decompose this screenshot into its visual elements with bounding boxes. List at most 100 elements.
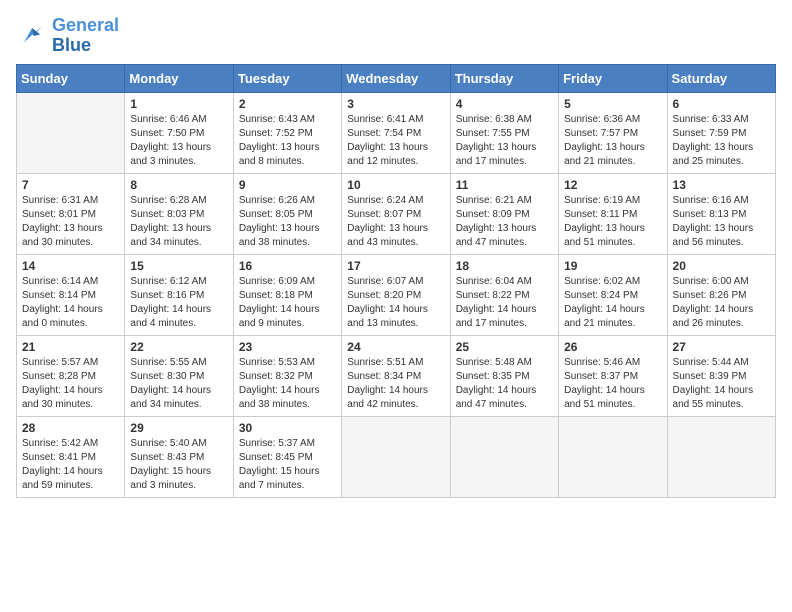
day-number: 15 — [130, 259, 227, 273]
calendar-week-1: 1Sunrise: 6:46 AMSunset: 7:50 PMDaylight… — [17, 92, 776, 173]
day-number: 24 — [347, 340, 444, 354]
calendar-cell — [559, 416, 667, 497]
day-number: 2 — [239, 97, 336, 111]
cell-line: and 30 minutes. — [22, 236, 119, 250]
cell-line: Sunrise: 6:38 AM — [456, 113, 553, 127]
cell-line: Daylight: 13 hours — [347, 222, 444, 236]
cell-line: Daylight: 13 hours — [347, 141, 444, 155]
calendar-cell: 22Sunrise: 5:55 AMSunset: 8:30 PMDayligh… — [125, 335, 233, 416]
cell-line: Sunset: 8:45 PM — [239, 451, 336, 465]
calendar-week-4: 21Sunrise: 5:57 AMSunset: 8:28 PMDayligh… — [17, 335, 776, 416]
calendar-cell: 10Sunrise: 6:24 AMSunset: 8:07 PMDayligh… — [342, 173, 450, 254]
cell-line: Sunset: 8:09 PM — [456, 208, 553, 222]
cell-line: Daylight: 14 hours — [130, 303, 227, 317]
cell-line: Daylight: 14 hours — [239, 384, 336, 398]
day-number: 27 — [673, 340, 770, 354]
cell-line: Daylight: 14 hours — [564, 303, 661, 317]
cell-line: Daylight: 14 hours — [22, 384, 119, 398]
calendar-cell: 3Sunrise: 6:41 AMSunset: 7:54 PMDaylight… — [342, 92, 450, 173]
cell-line: Sunset: 8:18 PM — [239, 289, 336, 303]
calendar-week-3: 14Sunrise: 6:14 AMSunset: 8:14 PMDayligh… — [17, 254, 776, 335]
cell-line: Daylight: 15 hours — [130, 465, 227, 479]
cell-line: Sunrise: 5:37 AM — [239, 437, 336, 451]
calendar-cell: 26Sunrise: 5:46 AMSunset: 8:37 PMDayligh… — [559, 335, 667, 416]
cell-line: Sunset: 8:05 PM — [239, 208, 336, 222]
calendar-cell: 23Sunrise: 5:53 AMSunset: 8:32 PMDayligh… — [233, 335, 341, 416]
day-number: 28 — [22, 421, 119, 435]
cell-line: Sunrise: 6:33 AM — [673, 113, 770, 127]
calendar-cell — [667, 416, 775, 497]
day-number: 14 — [22, 259, 119, 273]
calendar-cell: 13Sunrise: 6:16 AMSunset: 8:13 PMDayligh… — [667, 173, 775, 254]
calendar-cell: 25Sunrise: 5:48 AMSunset: 8:35 PMDayligh… — [450, 335, 558, 416]
cell-line: Sunrise: 6:41 AM — [347, 113, 444, 127]
cell-line: and 56 minutes. — [673, 236, 770, 250]
cell-line: Sunrise: 6:26 AM — [239, 194, 336, 208]
cell-line: Sunrise: 5:51 AM — [347, 356, 444, 370]
cell-line: and 51 minutes. — [564, 398, 661, 412]
cell-line: Daylight: 14 hours — [673, 303, 770, 317]
cell-line: and 8 minutes. — [239, 155, 336, 169]
day-number: 22 — [130, 340, 227, 354]
calendar-cell: 17Sunrise: 6:07 AMSunset: 8:20 PMDayligh… — [342, 254, 450, 335]
day-number: 30 — [239, 421, 336, 435]
cell-line: Daylight: 13 hours — [130, 222, 227, 236]
cell-line: Sunrise: 6:04 AM — [456, 275, 553, 289]
cell-line: Sunset: 8:32 PM — [239, 370, 336, 384]
day-number: 5 — [564, 97, 661, 111]
cell-line: Sunset: 8:22 PM — [456, 289, 553, 303]
calendar-cell: 19Sunrise: 6:02 AMSunset: 8:24 PMDayligh… — [559, 254, 667, 335]
day-number: 3 — [347, 97, 444, 111]
cell-line: Sunrise: 5:40 AM — [130, 437, 227, 451]
calendar-cell: 7Sunrise: 6:31 AMSunset: 8:01 PMDaylight… — [17, 173, 125, 254]
cell-line: Sunrise: 6:31 AM — [22, 194, 119, 208]
cell-line: Daylight: 14 hours — [347, 384, 444, 398]
calendar-cell: 12Sunrise: 6:19 AMSunset: 8:11 PMDayligh… — [559, 173, 667, 254]
cell-line: and 13 minutes. — [347, 317, 444, 331]
cell-line: Sunset: 7:57 PM — [564, 127, 661, 141]
cell-line: and 51 minutes. — [564, 236, 661, 250]
cell-line: Sunrise: 5:46 AM — [564, 356, 661, 370]
cell-line: and 43 minutes. — [347, 236, 444, 250]
cell-line: Sunset: 8:07 PM — [347, 208, 444, 222]
day-number: 8 — [130, 178, 227, 192]
cell-line: Sunrise: 6:36 AM — [564, 113, 661, 127]
cell-line: Sunrise: 5:55 AM — [130, 356, 227, 370]
cell-line: Daylight: 14 hours — [347, 303, 444, 317]
day-number: 26 — [564, 340, 661, 354]
cell-line: and 3 minutes. — [130, 155, 227, 169]
cell-line: and 38 minutes. — [239, 236, 336, 250]
calendar-cell: 14Sunrise: 6:14 AMSunset: 8:14 PMDayligh… — [17, 254, 125, 335]
calendar-cell: 6Sunrise: 6:33 AMSunset: 7:59 PMDaylight… — [667, 92, 775, 173]
cell-line: and 4 minutes. — [130, 317, 227, 331]
day-number: 29 — [130, 421, 227, 435]
cell-line: and 21 minutes. — [564, 155, 661, 169]
cell-line: Sunset: 7:59 PM — [673, 127, 770, 141]
calendar-cell: 4Sunrise: 6:38 AMSunset: 7:55 PMDaylight… — [450, 92, 558, 173]
cell-line: and 26 minutes. — [673, 317, 770, 331]
calendar-cell — [17, 92, 125, 173]
calendar-cell: 24Sunrise: 5:51 AMSunset: 8:34 PMDayligh… — [342, 335, 450, 416]
cell-line: Daylight: 13 hours — [564, 141, 661, 155]
cell-line: Sunset: 8:01 PM — [22, 208, 119, 222]
calendar-cell: 18Sunrise: 6:04 AMSunset: 8:22 PMDayligh… — [450, 254, 558, 335]
cell-line: and 7 minutes. — [239, 479, 336, 493]
calendar-cell: 29Sunrise: 5:40 AMSunset: 8:43 PMDayligh… — [125, 416, 233, 497]
calendar-cell — [450, 416, 558, 497]
day-number: 16 — [239, 259, 336, 273]
day-header-sunday: Sunday — [17, 64, 125, 92]
cell-line: and 0 minutes. — [22, 317, 119, 331]
day-number: 10 — [347, 178, 444, 192]
calendar-table: SundayMondayTuesdayWednesdayThursdayFrid… — [16, 64, 776, 498]
day-number: 21 — [22, 340, 119, 354]
cell-line: Daylight: 14 hours — [130, 384, 227, 398]
cell-line: Sunset: 7:50 PM — [130, 127, 227, 141]
cell-line: Sunset: 7:52 PM — [239, 127, 336, 141]
day-header-wednesday: Wednesday — [342, 64, 450, 92]
day-number: 6 — [673, 97, 770, 111]
cell-line: Daylight: 15 hours — [239, 465, 336, 479]
day-number: 12 — [564, 178, 661, 192]
cell-line: Sunrise: 6:00 AM — [673, 275, 770, 289]
cell-line: Sunset: 8:26 PM — [673, 289, 770, 303]
day-number: 25 — [456, 340, 553, 354]
